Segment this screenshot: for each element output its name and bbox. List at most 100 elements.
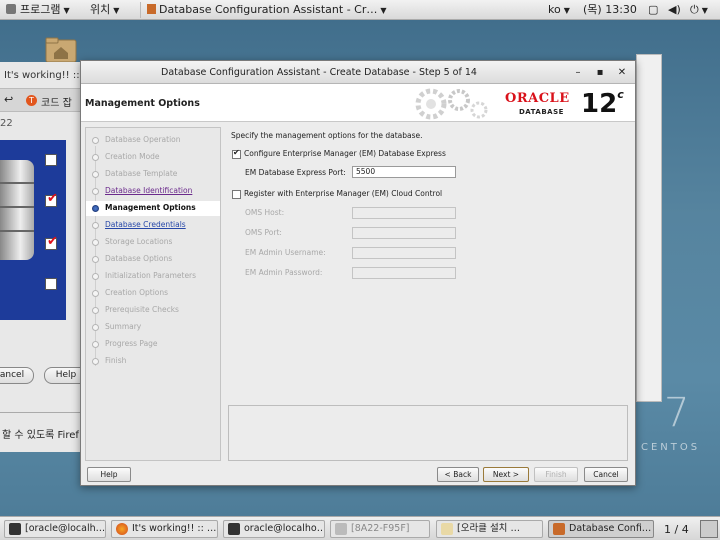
checkbox-checked-icon	[45, 234, 58, 250]
step-dot-icon	[92, 188, 99, 195]
top-panel: 프로그램 ▼ 위치 ▼ Database Configuration Assista…	[0, 0, 720, 20]
em-admin-password-label: EM Admin Password:	[245, 268, 323, 277]
em-admin-username-label: EM Admin Username:	[245, 248, 326, 257]
step-label: Summary	[105, 322, 142, 331]
chevron-down-icon: ▼	[63, 6, 70, 15]
oracle-wordmark: ORACLE	[505, 91, 570, 106]
oracle-logo: ORACLE DATABASE	[505, 91, 570, 116]
places-menu[interactable]: 위치 ▼	[90, 2, 119, 18]
step-database-credentials[interactable]: Database Credentials	[86, 218, 220, 233]
active-window-menu[interactable]: Database Configuration Assistant - Cr… ▼	[140, 2, 387, 18]
checkbox-icon	[45, 278, 57, 290]
volume-icon[interactable]: ◀)	[668, 2, 681, 18]
em-port-input[interactable]: 5500	[352, 166, 456, 178]
step-summary: Summary	[86, 320, 220, 335]
taskbar: [oracle@localh… It's working!! :: … orac…	[0, 516, 720, 540]
bg-bottom-text: 할 수 있도록 Firef	[2, 430, 79, 441]
bg-tab-label[interactable]: 코드 잡	[41, 94, 72, 109]
taskbar-item-8a22[interactable]: [8A22-F95F]	[330, 520, 430, 538]
cloud-control-checkbox[interactable]	[232, 190, 241, 199]
active-window-label: Database Configuration Assistant - Cr…	[159, 3, 378, 16]
workspace-pager[interactable]: 1 / 4	[664, 523, 689, 536]
home-folder-icon[interactable]	[44, 36, 78, 64]
close-icon[interactable]: ✕	[615, 66, 629, 80]
cloud-control-label[interactable]: Register with Enterprise Manager (EM) Cl…	[244, 189, 442, 198]
bg-tab-row[interactable]: ↩ T 코드 잡	[0, 88, 80, 112]
step-database-identification[interactable]: Database Identification	[86, 184, 220, 199]
step-management-options[interactable]: Management Options	[86, 201, 220, 216]
oms-port-input	[352, 227, 456, 239]
taskbar-item-dbca[interactable]: Database Confi…	[548, 520, 654, 538]
back-button[interactable]: < Back	[437, 467, 479, 482]
finish-button: Finish	[534, 467, 578, 482]
chevron-down-icon: ▼	[113, 6, 120, 15]
step-label: Database Template	[105, 169, 178, 178]
em-admin-username-input	[352, 247, 456, 259]
apps-icon	[6, 4, 16, 14]
bg-cancel-button[interactable]: ancel	[0, 367, 34, 384]
step-dot-icon	[92, 171, 99, 178]
step-label: Creation Mode	[105, 152, 160, 161]
step-label: Database Identification	[105, 186, 193, 195]
workspace-switcher-icon[interactable]	[700, 520, 718, 538]
em-express-checkbox[interactable]	[232, 148, 241, 159]
help-button[interactable]: Help	[87, 467, 131, 482]
version-suffix: c	[617, 88, 624, 101]
centos-text: CENTOS	[641, 442, 701, 453]
dialog-titlebar[interactable]: Database Configuration Assistant - Creat…	[81, 61, 635, 84]
step-dot-icon	[92, 137, 99, 144]
terminal-icon	[228, 523, 240, 535]
places-menu-label: 위치	[90, 3, 111, 16]
tistory-icon: T	[26, 95, 37, 106]
steps-panel: Database Operation Creation Mode Databas…	[85, 127, 221, 461]
cancel-button[interactable]: Cancel	[584, 467, 628, 482]
step-dot-icon	[92, 205, 99, 212]
taskbar-label: [오라클 설치 …	[457, 523, 520, 534]
step-progress-page: Progress Page	[86, 337, 220, 352]
background-browser-window[interactable]: It's working!! :: c ↩ T 코드 잡 22 ancel He…	[0, 62, 88, 452]
java-icon	[147, 4, 156, 14]
minimize-icon[interactable]: –	[571, 66, 585, 80]
taskbar-item-firefox[interactable]: It's working!! :: …	[111, 520, 218, 538]
step-label: Storage Locations	[105, 237, 173, 246]
taskbar-item-terminal-1[interactable]: [oracle@localh…	[4, 520, 106, 538]
step-label: Database Options	[105, 254, 173, 263]
intro-text: Specify the management options for the d…	[231, 131, 423, 140]
oms-port-label: OMS Port:	[245, 228, 282, 237]
step-finish: Finish	[86, 354, 220, 369]
step-label: Database Operation	[105, 135, 181, 144]
step-database-options: Database Options	[86, 252, 220, 267]
taskbar-item-editor[interactable]: [오라클 설치 …	[436, 520, 543, 538]
step-label: Creation Options	[105, 288, 169, 297]
step-creation-options: Creation Options	[86, 286, 220, 301]
dialog-banner: Management Options ORACLE DATABASE 12c	[81, 84, 635, 122]
input-method[interactable]: ko ▼	[548, 2, 570, 18]
power-icon[interactable]: ⏻ ▼	[690, 2, 708, 18]
em-port-label: EM Database Express Port:	[245, 168, 346, 177]
step-dot-icon	[92, 341, 99, 348]
divider	[0, 412, 80, 413]
applications-menu[interactable]: 프로그램 ▼	[6, 2, 70, 18]
em-express-label[interactable]: Configure Enterprise Manager (EM) Databa…	[244, 149, 446, 158]
step-label: Initialization Parameters	[105, 271, 197, 280]
clock[interactable]: (목) 13:30	[583, 2, 637, 18]
next-button[interactable]: Next >	[483, 467, 529, 482]
return-icon[interactable]: ↩	[4, 93, 13, 106]
step-label: Management Options	[105, 203, 196, 212]
accessibility-icon[interactable]: ▢	[648, 2, 658, 18]
step-database-template: Database Template	[86, 167, 220, 182]
java-icon	[553, 523, 565, 535]
text-editor-icon	[441, 523, 453, 535]
step-dot-icon	[92, 290, 99, 297]
taskbar-label: [8A22-F95F]	[351, 523, 410, 534]
checkbox-icon	[45, 154, 57, 166]
oms-host-input	[352, 207, 456, 219]
taskbar-item-terminal-2[interactable]: oracle@localho…	[223, 520, 325, 538]
em-admin-password-input	[352, 267, 456, 279]
firefox-icon	[116, 523, 128, 535]
database-wordmark: DATABASE	[519, 108, 564, 116]
bg-url-text: 22	[0, 118, 13, 129]
dbca-dialog: Database Configuration Assistant - Creat…	[80, 60, 636, 486]
dialog-title: Database Configuration Assistant - Creat…	[161, 67, 477, 78]
maximize-icon[interactable]: ▪	[593, 66, 607, 80]
